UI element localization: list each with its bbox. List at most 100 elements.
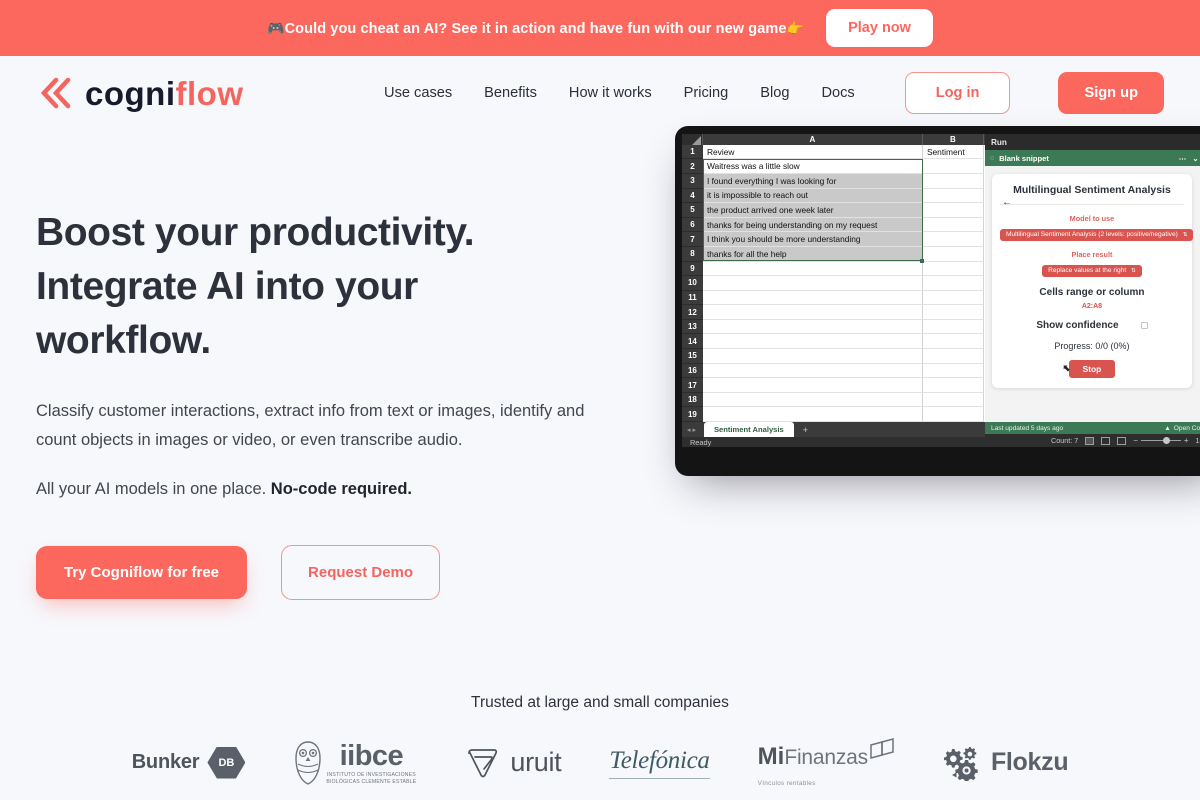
nav-item-docs[interactable]: Docs (821, 85, 854, 101)
place-result-select[interactable]: Replace values at the right ⇅ (1042, 264, 1142, 277)
back-arrow-icon[interactable]: ← (1002, 197, 1012, 208)
zoom-track[interactable] (1140, 437, 1181, 444)
open-console-link[interactable]: Open Console (1174, 425, 1200, 432)
add-sheet-button[interactable]: + (796, 425, 815, 437)
row-number[interactable]: 11 (681, 290, 703, 306)
cell-column-b[interactable] (922, 392, 984, 408)
row-number[interactable]: 17 (681, 378, 703, 393)
normal-view-icon[interactable] (1085, 436, 1095, 445)
nav-item-benefits[interactable]: Benefits (484, 85, 537, 101)
spreadsheet-row[interactable]: 4 it is impossible to reach out (681, 188, 985, 204)
cell-column-a[interactable] (702, 319, 923, 335)
row-number[interactable]: 18 (681, 392, 703, 408)
spreadsheet-row[interactable]: 5 the product arrived one week later (681, 203, 985, 218)
column-header-b[interactable]: B (923, 134, 984, 145)
cell-column-b[interactable] (922, 246, 984, 262)
cell-column-a[interactable] (702, 334, 923, 350)
cell-column-b[interactable] (922, 305, 984, 320)
spreadsheet-row[interactable]: 7I think you should be more understandin… (681, 232, 985, 247)
log-in-button[interactable]: Log in (904, 72, 1011, 114)
spreadsheet-row[interactable]: 9 (681, 261, 985, 277)
cell-column-b[interactable] (922, 217, 984, 233)
spreadsheet-row[interactable]: 6 thanks for being understanding on my re… (681, 217, 985, 233)
sheet-tab-sentiment-analysis[interactable]: Sentiment Analysis (703, 422, 794, 438)
cell-column-a[interactable] (702, 305, 923, 320)
cogniflow-logo[interactable]: cogniflow (36, 76, 243, 110)
zoom-knob[interactable] (1162, 437, 1170, 444)
nav-item-use-cases[interactable]: Use cases (384, 85, 452, 101)
play-now-button[interactable]: Play now (826, 9, 933, 47)
spreadsheet-row[interactable]: 19 (681, 407, 985, 423)
cell-column-a[interactable]: Waitress was a little slow (702, 159, 923, 174)
spreadsheet-row[interactable]: 14 (681, 334, 985, 350)
row-number[interactable]: 14 (681, 334, 703, 350)
cell-column-b[interactable] (922, 159, 984, 174)
spreadsheet-row[interactable]: 3I found everything I was looking for (681, 173, 985, 189)
column-header-a[interactable]: A (703, 134, 923, 145)
cell-column-a[interactable]: the product arrived one week later (702, 203, 923, 218)
cell-column-b[interactable] (922, 188, 984, 204)
zoom-slider[interactable]: − + (1133, 436, 1188, 445)
row-number[interactable]: 3 (681, 173, 703, 189)
spreadsheet-row[interactable]: 11 (681, 290, 985, 306)
row-number[interactable]: 15 (681, 349, 703, 364)
row-number[interactable]: 5 (681, 203, 703, 218)
cell-column-a[interactable] (702, 378, 923, 393)
cell-column-a[interactable] (702, 290, 923, 306)
sign-up-button[interactable]: Sign up (1058, 72, 1164, 114)
row-number[interactable]: 12 (681, 305, 703, 320)
spreadsheet-row[interactable]: 2 Waitress was a little slow (681, 159, 985, 174)
request-demo-button[interactable]: Request Demo (281, 545, 441, 601)
cell-column-a[interactable]: I think you should be more understanding (702, 232, 923, 247)
select-all-corner[interactable] (681, 134, 703, 145)
cell-column-a[interactable] (702, 407, 923, 423)
cell-column-a[interactable]: it is impossible to reach out (702, 188, 923, 204)
row-number[interactable]: 16 (681, 363, 703, 379)
cell-column-b[interactable] (922, 261, 984, 277)
cell-column-b[interactable]: Sentiment (922, 144, 984, 160)
cell-column-b[interactable] (922, 173, 984, 189)
cell-column-b[interactable] (922, 290, 984, 306)
page-break-view-icon[interactable] (1117, 436, 1127, 445)
cell-column-a[interactable] (702, 363, 923, 379)
model-select[interactable]: Multilingual Sentiment Analysis (2 level… (999, 228, 1194, 241)
nav-item-blog[interactable]: Blog (760, 85, 789, 101)
spreadsheet-row[interactable]: 8 thanks for all the help (681, 246, 985, 262)
nav-item-pricing[interactable]: Pricing (684, 85, 729, 101)
spreadsheet-row[interactable]: 17 (681, 378, 985, 393)
snippet-menu-icon[interactable]: ⋯ (1179, 154, 1187, 163)
spreadsheet-row[interactable]: 13 (681, 319, 985, 335)
cell-column-b[interactable] (922, 407, 984, 423)
row-number[interactable]: 7 (681, 232, 703, 247)
cell-column-a[interactable]: Review (702, 144, 923, 160)
row-number[interactable]: 1 (681, 144, 703, 160)
spreadsheet-row[interactable]: 10 (681, 276, 985, 291)
cell-column-a[interactable] (702, 276, 923, 291)
cell-column-a[interactable] (702, 392, 923, 408)
cell-column-b[interactable] (922, 349, 984, 364)
spreadsheet-row[interactable]: 12 (681, 305, 985, 320)
row-number[interactable]: 10 (681, 276, 703, 291)
row-number[interactable]: 6 (681, 217, 703, 233)
zoom-in-icon[interactable]: + (1184, 436, 1189, 445)
row-number[interactable]: 19 (681, 407, 703, 423)
sheet-nav-arrows[interactable]: ◂▸ (685, 426, 702, 437)
cell-column-b[interactable] (922, 378, 984, 393)
cell-column-a[interactable]: I found everything I was looking for (702, 173, 923, 189)
zoom-out-icon[interactable]: − (1133, 436, 1138, 445)
cells-range-value[interactable]: A2:A8 (1000, 303, 1184, 310)
cell-column-b[interactable] (922, 232, 984, 247)
cell-column-a[interactable] (702, 261, 923, 277)
row-number[interactable]: 9 (681, 261, 703, 277)
nav-item-how-it-works[interactable]: How it works (569, 85, 652, 101)
stop-button[interactable]: ⬉ Stop (1063, 360, 1116, 379)
row-number[interactable]: 8 (681, 246, 703, 262)
cell-column-a[interactable]: thanks for being understanding on my req… (702, 217, 923, 233)
row-number[interactable]: 4 (681, 188, 703, 204)
page-layout-view-icon[interactable] (1101, 436, 1111, 445)
cell-column-b[interactable] (922, 276, 984, 291)
spreadsheet-row[interactable]: 15 (681, 349, 985, 364)
spreadsheet-row[interactable]: 18 (681, 392, 985, 408)
row-number[interactable]: 13 (681, 319, 703, 335)
show-confidence-checkbox[interactable] (1140, 322, 1148, 330)
